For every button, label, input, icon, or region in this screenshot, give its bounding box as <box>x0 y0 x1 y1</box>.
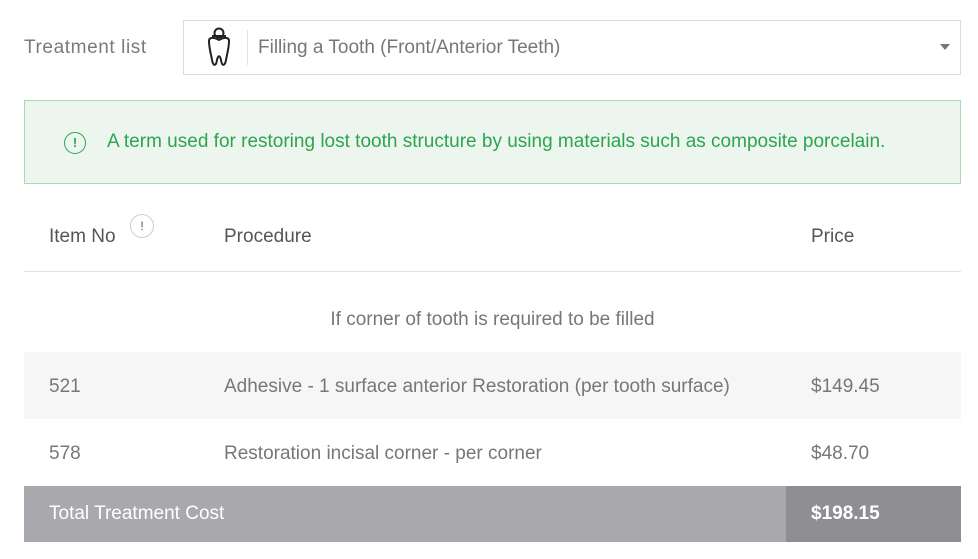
row-procedure: Adhesive - 1 surface anterior Restoratio… <box>224 376 730 397</box>
row-price: $149.45 <box>811 376 880 397</box>
info-alert-text: A term used for restoring lost tooth str… <box>107 131 886 152</box>
info-alert: ! A term used for restoring lost tooth s… <box>24 100 961 184</box>
total-label: Total Treatment Cost <box>49 503 225 524</box>
procedure-table: Item No ! Procedure Price If corner of t… <box>24 200 961 542</box>
row-price: $48.70 <box>811 443 870 464</box>
select-divider <box>247 30 248 65</box>
treatment-list-label: Treatment list <box>24 37 147 58</box>
total-price: $198.15 <box>811 503 880 524</box>
table-row: 521 Adhesive - 1 surface anterior Restor… <box>24 352 961 419</box>
total-price-cell: $198.15 <box>786 486 961 542</box>
group-heading-row: If corner of tooth is required to be fil… <box>24 272 961 352</box>
row-item-no: 578 <box>49 443 81 464</box>
header-procedure: Procedure <box>224 226 312 247</box>
row-procedure: Restoration incisal corner - per corner <box>224 443 542 464</box>
treatment-select[interactable]: Filling a Tooth (Front/Anterior Teeth) <box>183 20 961 75</box>
header-item-no: Item No <box>49 226 116 247</box>
group-heading: If corner of tooth is required to be fil… <box>330 309 655 330</box>
item-no-info-icon[interactable]: ! <box>130 214 154 238</box>
row-item-no: 521 <box>49 376 81 397</box>
treatment-row: Treatment list Filling a Tooth (Front/An… <box>24 20 961 75</box>
total-row: Total Treatment Cost $198.15 <box>24 486 961 542</box>
info-icon: ! <box>64 132 86 154</box>
header-price: Price <box>811 226 855 247</box>
tooth-icon <box>208 27 230 66</box>
chevron-down-icon[interactable] <box>940 44 950 50</box>
table-header: Item No ! Procedure Price <box>24 200 961 272</box>
table-row: 578 Restoration incisal corner - per cor… <box>24 419 961 486</box>
treatment-select-value: Filling a Tooth (Front/Anterior Teeth) <box>258 37 561 58</box>
